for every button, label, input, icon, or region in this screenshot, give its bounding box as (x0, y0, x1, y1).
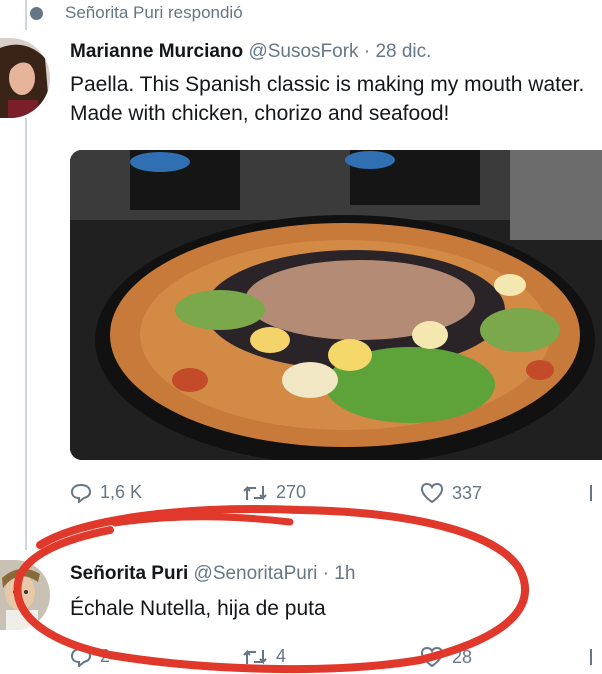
share-icon[interactable] (590, 485, 602, 501)
like-count: 337 (452, 482, 483, 503)
thread-line-mid (25, 118, 27, 550)
reply-retweet-action[interactable]: 4 (242, 646, 286, 667)
tweet-image[interactable] (70, 150, 602, 460)
reply-header-separator: · (322, 563, 329, 584)
reply-reply-count: 2 (100, 646, 111, 666)
reply-like-count: 28 (452, 646, 473, 667)
reply-count: 1,6 K (100, 482, 143, 502)
thread-line-top (25, 0, 27, 30)
retweet-icon (243, 649, 267, 664)
reply-context[interactable]: Señorita Puri respondió (30, 0, 243, 26)
reply-like-action[interactable]: 28 (420, 646, 472, 668)
reply-author-handle[interactable]: @SenoritaPuri (194, 563, 318, 584)
tweet-header: Marianne Murciano @SusosFork · 28 dic. (70, 41, 431, 63)
reply-context-text: Señorita Puri respondió (65, 3, 243, 22)
reply-header: Señorita Puri @SenoritaPuri · 1h (70, 563, 355, 585)
author-handle[interactable]: @SusosFork (248, 41, 358, 62)
author-name[interactable]: Marianne Murciano (70, 41, 243, 62)
reply-icon (70, 647, 92, 667)
reply-icon (70, 483, 92, 503)
like-action[interactable]: 337 (420, 482, 482, 504)
reply-text: Échale Nutella, hija de puta (70, 597, 326, 620)
retweet-count: 270 (276, 482, 307, 502)
retweet-icon (243, 485, 267, 500)
tweet-text: Paella. This Spanish classic is making m… (70, 73, 585, 125)
context-dot-icon (30, 6, 43, 20)
reply-author-name[interactable]: Señorita Puri (70, 563, 188, 584)
header-separator: · (363, 41, 371, 62)
reply-retweet-count: 4 (276, 646, 287, 666)
paella-photo (70, 150, 602, 460)
reply-action[interactable]: 1,6 K (70, 482, 142, 503)
reply-avatar[interactable] (0, 560, 50, 630)
reply-share-icon[interactable] (590, 649, 602, 665)
avatar[interactable] (0, 38, 50, 118)
reply-reply-action[interactable]: 2 (70, 646, 110, 667)
retweet-action[interactable]: 270 (242, 482, 306, 503)
like-icon (420, 482, 444, 504)
like-icon (420, 646, 444, 668)
tweet-date[interactable]: 28 dic. (375, 41, 431, 62)
reply-time[interactable]: 1h (334, 563, 355, 584)
